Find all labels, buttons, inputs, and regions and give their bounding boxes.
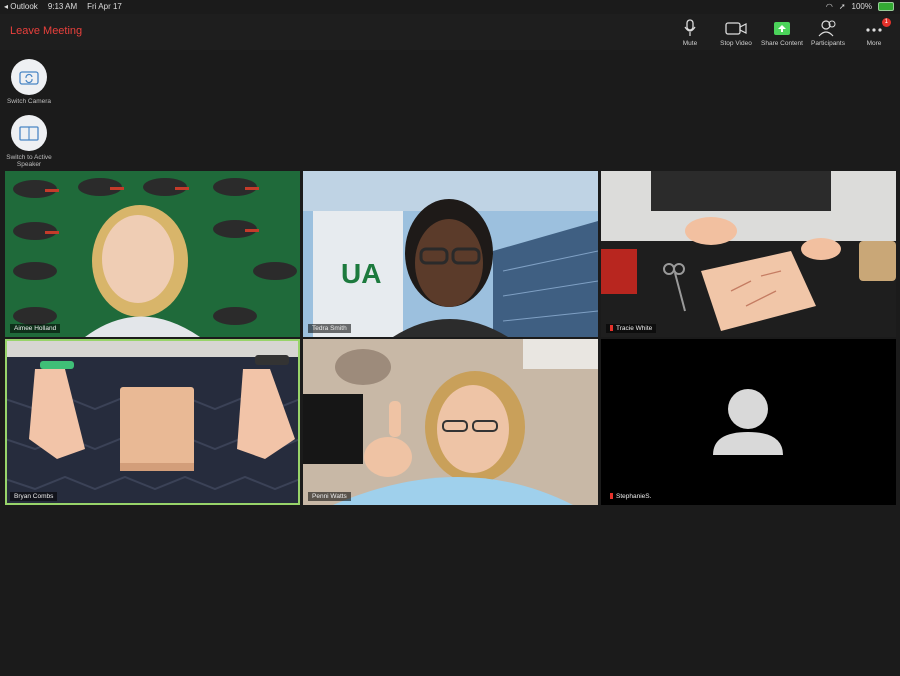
participant-name-text: StephanieS. [616, 493, 652, 500]
video-feed [303, 339, 598, 505]
video-tile-camera-off[interactable]: StephanieS. [601, 339, 896, 505]
switch-camera-label: Switch Camera [6, 98, 52, 105]
switch-active-circle [11, 115, 47, 151]
active-speaker-icon [19, 126, 39, 141]
leave-meeting-button[interactable]: Leave Meeting [10, 25, 82, 37]
participant-name: Penni Watts [308, 492, 351, 501]
mute-label: Mute [682, 40, 698, 47]
participants-icon [818, 20, 836, 37]
more-label: More [866, 40, 882, 47]
stop-video-label: Stop Video [720, 40, 752, 47]
status-time: 9:13 AM [47, 2, 78, 11]
participant-name: Bryan Combs [10, 492, 58, 501]
meeting-toolbar: Leave Meeting Mute Stop Video Share Cont… [0, 14, 900, 50]
muted-mic-icon [610, 325, 613, 332]
participant-name: Tedra Smith [308, 324, 351, 333]
svg-text:UA: UA [341, 258, 381, 289]
microphone-icon [684, 19, 696, 36]
video-tile[interactable]: Aimee Holland [5, 171, 300, 337]
stop-video-button[interactable]: Stop Video [710, 17, 762, 47]
muted-mic-icon [610, 493, 613, 500]
video-camera-icon [725, 22, 747, 35]
status-bar: ◂ Outlook 9:13 AM Fri Apr 17 ◠ ➚ 100% [0, 0, 900, 14]
battery-percent: 100% [851, 2, 872, 11]
back-to-app-link[interactable]: ◂ Outlook [4, 2, 38, 11]
switch-camera-circle [11, 59, 47, 95]
avatar-placeholder-icon [601, 339, 896, 505]
video-tile[interactable]: Tracie White [601, 171, 896, 337]
video-tile[interactable]: Penni Watts [303, 339, 598, 505]
switch-active-speaker-button[interactable]: Switch to Active Speaker [6, 115, 52, 168]
more-dots-icon [866, 28, 882, 32]
video-feed: UA [303, 171, 598, 337]
switch-active-label: Switch to Active Speaker [6, 154, 52, 168]
participant-name: StephanieS. [606, 492, 656, 501]
participant-name-text: Tracie White [616, 325, 653, 332]
switch-camera-button[interactable]: Switch Camera [6, 59, 52, 105]
participant-name: Tracie White [606, 324, 657, 333]
more-notification-badge: 1 [881, 18, 891, 27]
participants-label: Participants [811, 40, 845, 47]
video-feed [5, 171, 300, 337]
more-button[interactable]: 1 More [848, 17, 900, 47]
video-feed [601, 171, 896, 337]
wifi-icon: ◠ [825, 2, 833, 11]
video-tile[interactable]: UA Tedra Smith [303, 171, 598, 337]
mute-button[interactable]: Mute [664, 17, 716, 47]
status-date: Fri Apr 17 [87, 2, 122, 11]
battery-icon [878, 2, 894, 11]
video-feed [5, 339, 300, 505]
share-screen-icon [774, 22, 790, 35]
video-tile-active-speaker[interactable]: Bryan Combs [5, 339, 300, 505]
share-content-button[interactable]: Share Content [756, 17, 808, 47]
participants-button[interactable]: Participants [802, 17, 854, 47]
participant-name: Aimee Holland [10, 324, 61, 333]
location-icon: ➚ [838, 2, 846, 11]
share-content-label: Share Content [761, 40, 803, 47]
switch-camera-icon [19, 71, 39, 85]
